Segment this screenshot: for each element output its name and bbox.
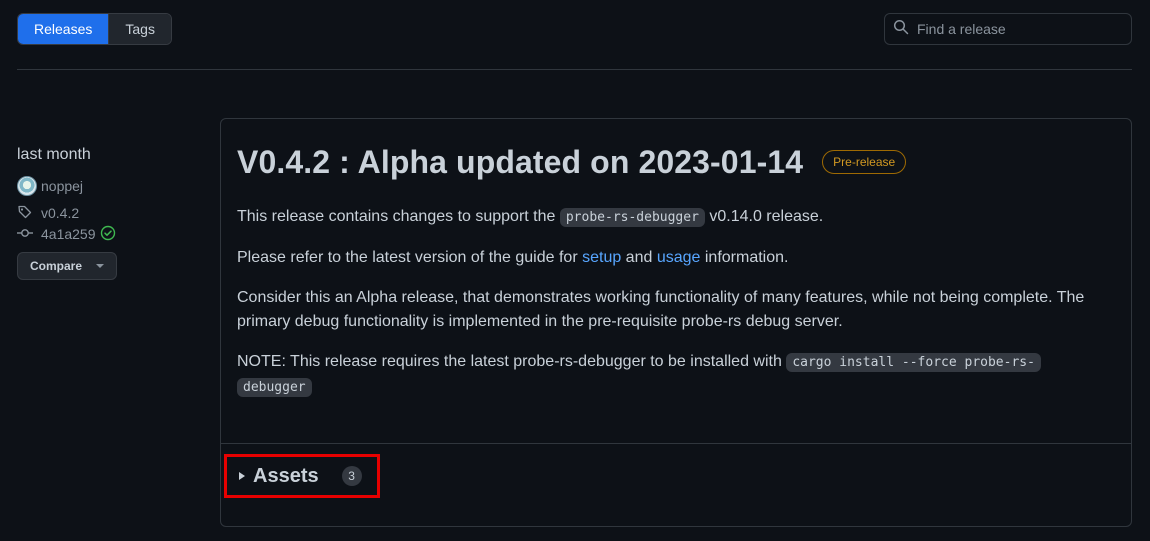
assets-divider xyxy=(221,443,1131,444)
search-icon xyxy=(893,19,909,40)
compare-button[interactable]: Compare xyxy=(17,252,118,280)
release-title[interactable]: V0.4.2 : Alpha updated on 2023-01-14 xyxy=(237,144,803,181)
assets-toggle[interactable]: Assets 3 xyxy=(224,454,380,498)
prerelease-badge: Pre-release xyxy=(822,150,907,174)
release-sidebar: last month noppej v0.4.2 4a1a259 Compare xyxy=(17,144,207,280)
release-tabs: Releases Tags xyxy=(17,13,172,45)
inline-code: debugger xyxy=(237,378,312,397)
note-paragraph-3: Consider this an Alpha release, that dem… xyxy=(237,289,1085,330)
commit-hash[interactable]: 4a1a259 xyxy=(41,226,96,242)
search-box[interactable] xyxy=(884,13,1132,45)
setup-link[interactable]: setup xyxy=(582,249,621,266)
disclosure-triangle-icon xyxy=(239,472,245,480)
note-paragraph-4: NOTE: This release requires the latest p… xyxy=(237,350,1115,400)
text: Please refer to the latest version of th… xyxy=(237,249,583,266)
text: information. xyxy=(700,249,789,266)
release-date[interactable]: last month xyxy=(17,144,207,166)
inline-code: probe-rs-debugger xyxy=(559,208,705,227)
note-paragraph-1: This release contains changes to support… xyxy=(237,205,1115,230)
assets-label: Assets xyxy=(253,464,319,487)
tag-label[interactable]: v0.4.2 xyxy=(41,205,79,221)
release-author[interactable]: noppej xyxy=(17,175,207,197)
text: v0.14.0 release. xyxy=(704,208,824,225)
tag-icon xyxy=(17,204,41,223)
release-tag[interactable]: v0.4.2 xyxy=(17,204,207,222)
caret-down-icon xyxy=(96,264,105,268)
header-divider xyxy=(17,69,1132,70)
release-commit[interactable]: 4a1a259 xyxy=(17,225,207,243)
assets-count-badge: 3 xyxy=(341,466,362,486)
commit-icon xyxy=(17,225,41,244)
verified-check-icon[interactable] xyxy=(100,225,116,244)
search-input[interactable] xyxy=(917,21,1117,37)
release-card: V0.4.2 : Alpha updated on 2023-01-14 Pre… xyxy=(220,118,1132,527)
tab-releases[interactable]: Releases xyxy=(18,14,109,44)
text: NOTE: This release requires the latest p… xyxy=(237,353,787,370)
tab-tags[interactable]: Tags xyxy=(108,14,171,44)
author-name[interactable]: noppej xyxy=(41,178,83,194)
release-notes: This release contains changes to support… xyxy=(237,205,1115,400)
avatar[interactable] xyxy=(17,176,37,196)
text: and xyxy=(621,249,657,266)
note-paragraph-2: Please refer to the latest version of th… xyxy=(237,246,1115,270)
usage-link[interactable]: usage xyxy=(657,249,701,266)
inline-code: cargo install --force probe-rs- xyxy=(786,353,1041,372)
text: This release contains changes to support… xyxy=(237,208,560,225)
compare-label: Compare xyxy=(30,259,83,273)
